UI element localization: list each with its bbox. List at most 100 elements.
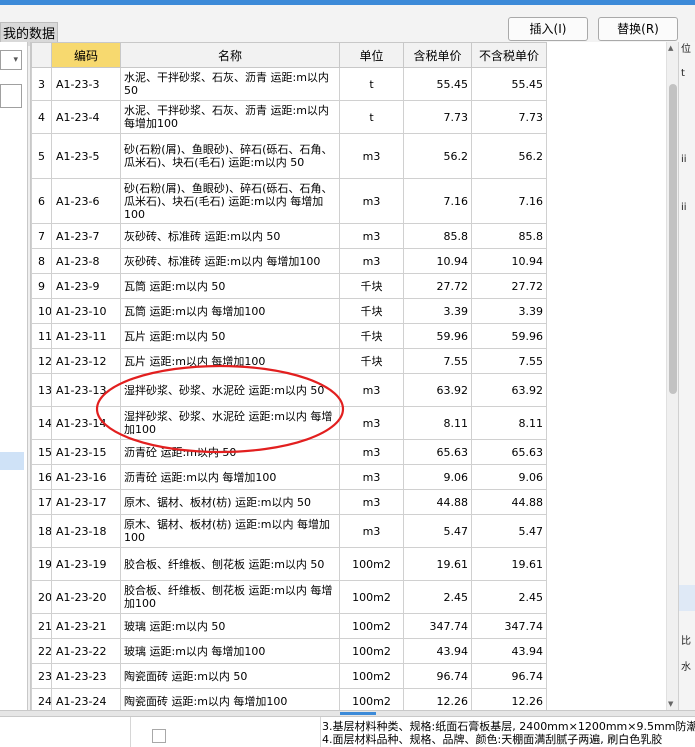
category-dropdown[interactable]: ▾ bbox=[0, 50, 22, 70]
cell-name[interactable]: 胶合板、纤维板、刨花板 运距:m以内 每增加100 bbox=[120, 580, 340, 614]
cell-price-tax[interactable]: 19.61 bbox=[403, 547, 472, 581]
table-row[interactable]: 9 A1-23-9 瓦筒 运距:m以内 50 千块 27.72 27.72 bbox=[31, 273, 547, 299]
cell-name[interactable]: 灰砂砖、标准砖 运距:m以内 50 bbox=[120, 223, 340, 249]
cell-price-tax[interactable]: 7.16 bbox=[403, 178, 472, 224]
replace-button[interactable]: 替换(R) bbox=[598, 17, 678, 41]
cell-price-notax[interactable]: 63.92 bbox=[471, 373, 547, 407]
insert-button[interactable]: 插入(I) bbox=[508, 17, 588, 41]
cell-price-tax[interactable]: 9.06 bbox=[403, 464, 472, 490]
column-header-price-tax[interactable]: 含税单价 bbox=[403, 42, 472, 68]
cell-name[interactable]: 砂(石粉(屑)、鱼眼砂)、碎石(砾石、石角、瓜米石)、块石(毛石) 运距:m以内… bbox=[120, 178, 340, 224]
cell-price-tax[interactable]: 5.47 bbox=[403, 514, 472, 548]
cell-unit[interactable]: 100m2 bbox=[339, 613, 404, 639]
row-number[interactable]: 7 bbox=[31, 223, 52, 249]
cell-unit[interactable]: m3 bbox=[339, 514, 404, 548]
cell-unit[interactable]: 100m2 bbox=[339, 688, 404, 710]
scroll-down-icon[interactable]: ▼ bbox=[668, 700, 673, 708]
row-number[interactable]: 9 bbox=[31, 273, 52, 299]
cell-price-tax[interactable]: 2.45 bbox=[403, 580, 472, 614]
row-number[interactable]: 20 bbox=[31, 580, 52, 614]
cell-price-tax[interactable]: 12.26 bbox=[403, 688, 472, 710]
cell-name[interactable]: 灰砂砖、标准砖 运距:m以内 每增加100 bbox=[120, 248, 340, 274]
scroll-up-icon[interactable]: ▲ bbox=[668, 44, 673, 52]
cell-unit[interactable]: t bbox=[339, 67, 404, 101]
table-row[interactable]: 16 A1-23-16 沥青砼 运距:m以内 每增加100 m3 9.06 9.06 bbox=[31, 464, 547, 490]
cell-code[interactable]: A1-23-3 bbox=[51, 67, 121, 101]
row-number[interactable]: 18 bbox=[31, 514, 52, 548]
cell-price-notax[interactable]: 3.39 bbox=[471, 298, 547, 324]
cell-name[interactable]: 陶瓷面砖 运距:m以内 每增加100 bbox=[120, 688, 340, 710]
cell-name[interactable]: 沥青砼 运距:m以内 每增加100 bbox=[120, 464, 340, 490]
cell-price-notax[interactable]: 56.2 bbox=[471, 133, 547, 179]
cell-price-notax[interactable]: 27.72 bbox=[471, 273, 547, 299]
table-row[interactable]: 17 A1-23-17 原木、锯材、板材(枋) 运距:m以内 50 m3 44.88 44… bbox=[31, 489, 547, 515]
row-number[interactable]: 6 bbox=[31, 178, 52, 224]
cell-code[interactable]: A1-23-20 bbox=[51, 580, 121, 614]
row-number[interactable]: 24 bbox=[31, 688, 52, 710]
cell-unit[interactable]: m3 bbox=[339, 464, 404, 490]
table-row[interactable]: 3 A1-23-3 水泥、干拌砂浆、石灰、沥青 运距:m以内 50 t 55.45 55.… bbox=[31, 67, 547, 101]
table-row[interactable]: 20 A1-23-20 胶合板、纤维板、刨花板 运距:m以内 每增加100 100m2… bbox=[31, 580, 547, 614]
cell-price-tax[interactable]: 65.63 bbox=[403, 439, 472, 465]
cell-price-tax[interactable]: 10.94 bbox=[403, 248, 472, 274]
cell-code[interactable]: A1-23-6 bbox=[51, 178, 121, 224]
cell-price-notax[interactable]: 59.96 bbox=[471, 323, 547, 349]
cell-unit[interactable]: m3 bbox=[339, 439, 404, 465]
cell-price-tax[interactable]: 59.96 bbox=[403, 323, 472, 349]
cell-unit[interactable]: 100m2 bbox=[339, 547, 404, 581]
column-header-unit[interactable]: 单位 bbox=[339, 42, 404, 68]
cell-price-tax[interactable]: 7.55 bbox=[403, 348, 472, 374]
row-number[interactable]: 16 bbox=[31, 464, 52, 490]
cell-price-notax[interactable]: 7.16 bbox=[471, 178, 547, 224]
cell-price-notax[interactable]: 65.63 bbox=[471, 439, 547, 465]
table-row[interactable]: 13 A1-23-13 湿拌砂浆、砂浆、水泥砼 运距:m以内 50 m3 63.92 63… bbox=[31, 373, 547, 407]
cell-name[interactable]: 湿拌砂浆、砂浆、水泥砼 运距:m以内 50 bbox=[120, 373, 340, 407]
cell-unit[interactable]: 100m2 bbox=[339, 663, 404, 689]
cell-code[interactable]: A1-23-8 bbox=[51, 248, 121, 274]
cell-price-notax[interactable]: 7.55 bbox=[471, 348, 547, 374]
cell-price-notax[interactable]: 55.45 bbox=[471, 67, 547, 101]
cell-code[interactable]: A1-23-18 bbox=[51, 514, 121, 548]
cell-price-tax[interactable]: 44.88 bbox=[403, 489, 472, 515]
cell-unit[interactable]: m3 bbox=[339, 178, 404, 224]
cell-code[interactable]: A1-23-14 bbox=[51, 406, 121, 440]
cell-name[interactable]: 湿拌砂浆、砂浆、水泥砼 运距:m以内 每增加100 bbox=[120, 406, 340, 440]
cell-name[interactable]: 瓦片 运距:m以内 50 bbox=[120, 323, 340, 349]
tree-item-selected[interactable] bbox=[0, 452, 24, 470]
row-number[interactable]: 10 bbox=[31, 298, 52, 324]
cell-name[interactable]: 原木、锯材、板材(枋) 运距:m以内 每增加100 bbox=[120, 514, 340, 548]
cell-unit[interactable]: m3 bbox=[339, 489, 404, 515]
cell-price-tax[interactable]: 85.8 bbox=[403, 223, 472, 249]
table-row[interactable]: 5 A1-23-5 砂(石粉(屑)、鱼眼砂)、碎石(砾石、石角、瓜米石)、块石(毛石… bbox=[31, 133, 547, 179]
checkbox[interactable] bbox=[152, 729, 166, 743]
cell-unit[interactable]: 千块 bbox=[339, 298, 404, 324]
cell-code[interactable]: A1-23-15 bbox=[51, 439, 121, 465]
cell-code[interactable]: A1-23-5 bbox=[51, 133, 121, 179]
cell-unit[interactable]: t bbox=[339, 100, 404, 134]
cell-name[interactable]: 瓦筒 运距:m以内 50 bbox=[120, 273, 340, 299]
cell-unit[interactable]: 100m2 bbox=[339, 580, 404, 614]
cell-price-notax[interactable]: 96.74 bbox=[471, 663, 547, 689]
cell-code[interactable]: A1-23-11 bbox=[51, 323, 121, 349]
column-header-name[interactable]: 名称 bbox=[120, 42, 340, 68]
row-number[interactable]: 23 bbox=[31, 663, 52, 689]
row-number[interactable]: 3 bbox=[31, 67, 52, 101]
cell-name[interactable]: 胶合板、纤维板、刨花板 运距:m以内 50 bbox=[120, 547, 340, 581]
table-row[interactable]: 24 A1-23-24 陶瓷面砖 运距:m以内 每增加100 100m2 12.26 12… bbox=[31, 688, 547, 710]
cell-code[interactable]: A1-23-13 bbox=[51, 373, 121, 407]
row-number[interactable]: 19 bbox=[31, 547, 52, 581]
row-number[interactable]: 8 bbox=[31, 248, 52, 274]
cell-code[interactable]: A1-23-10 bbox=[51, 298, 121, 324]
cell-code[interactable]: A1-23-19 bbox=[51, 547, 121, 581]
cell-price-notax[interactable]: 44.88 bbox=[471, 489, 547, 515]
cell-code[interactable]: A1-23-21 bbox=[51, 613, 121, 639]
cell-unit[interactable]: 100m2 bbox=[339, 638, 404, 664]
cell-price-tax[interactable]: 8.11 bbox=[403, 406, 472, 440]
cell-unit[interactable]: m3 bbox=[339, 373, 404, 407]
table-row[interactable]: 22 A1-23-22 玻璃 运距:m以内 每增加100 100m2 43.94 43.9… bbox=[31, 638, 547, 664]
cell-price-notax[interactable]: 8.11 bbox=[471, 406, 547, 440]
cell-price-tax[interactable]: 347.74 bbox=[403, 613, 472, 639]
row-number[interactable]: 5 bbox=[31, 133, 52, 179]
cell-price-tax[interactable]: 43.94 bbox=[403, 638, 472, 664]
cell-price-tax[interactable]: 63.92 bbox=[403, 373, 472, 407]
